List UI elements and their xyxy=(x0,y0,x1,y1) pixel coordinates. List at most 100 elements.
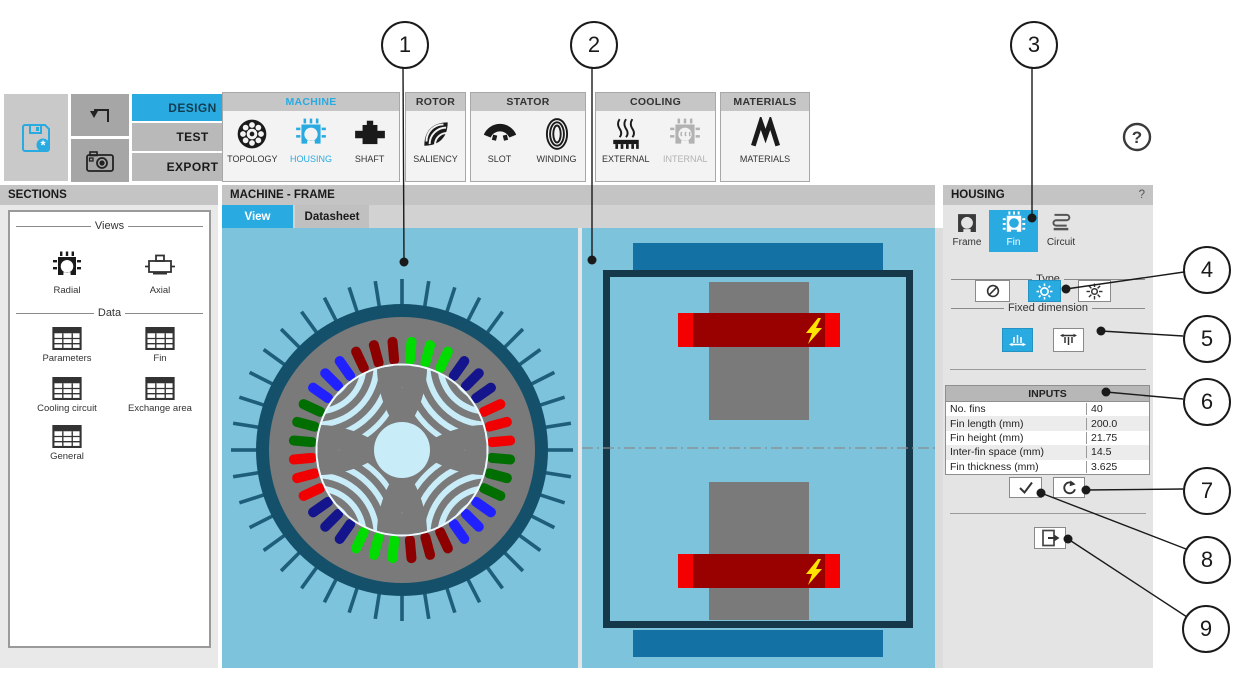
callout-4: 4 xyxy=(1183,246,1231,294)
housing-panel-title: HOUSING xyxy=(951,189,1005,201)
ribbon-item-saliency[interactable]: SALIENCY xyxy=(406,117,465,164)
fin-height-value[interactable]: 21.75 xyxy=(1086,431,1149,444)
callout-9: 9 xyxy=(1182,605,1230,653)
axial-fins-icon xyxy=(1086,283,1103,299)
save-button[interactable]: * xyxy=(4,94,68,181)
endcap-top xyxy=(633,243,883,270)
frame-icon xyxy=(958,214,976,232)
housing-tab-frame[interactable]: Frame xyxy=(945,210,989,252)
fin-height-fixed-icon xyxy=(1009,335,1026,347)
ribbon-item-winding[interactable]: WINDING xyxy=(528,117,585,164)
radial-machine-drawing xyxy=(231,279,573,621)
table-icon xyxy=(145,327,175,350)
data-general-item[interactable]: General xyxy=(22,425,112,462)
table-icon xyxy=(52,425,82,448)
views-divider: Views xyxy=(16,220,203,232)
table-row: No. fins 40 xyxy=(946,402,1149,416)
no-fins-value[interactable]: 40 xyxy=(1086,403,1149,416)
axial-view-pane[interactable] xyxy=(582,228,935,668)
main-view-title: MACHINE - FRAME xyxy=(222,185,935,205)
shaft-icon xyxy=(354,120,385,145)
ribbon-item-housing[interactable]: HOUSING xyxy=(282,117,341,164)
ribbon-item-internal[interactable]: INTERNAL xyxy=(656,117,716,164)
housing-tab-circuit[interactable]: Circuit xyxy=(1038,210,1084,252)
reset-icon xyxy=(1063,480,1076,494)
view-radial-item[interactable]: Radial xyxy=(22,250,112,296)
group-title-machine: MACHINE xyxy=(223,93,399,111)
callout-1: 1 xyxy=(381,21,429,69)
saliency-icon xyxy=(423,122,448,146)
data-divider: Data xyxy=(16,307,203,319)
table-icon xyxy=(52,377,82,400)
fin-type-radial-button[interactable] xyxy=(1028,280,1061,302)
ribbon-item-slot[interactable]: SLOT xyxy=(471,117,528,164)
reset-button[interactable] xyxy=(1053,477,1085,498)
housing-panel-titlebar: HOUSING ? xyxy=(943,185,1153,205)
fin-type-none-button[interactable] xyxy=(975,280,1010,302)
save-icon: * xyxy=(22,123,50,152)
endcap-bottom xyxy=(633,630,883,657)
table-row: Fin thickness (mm) 3.625 xyxy=(946,460,1149,474)
ribbon-group-rotor: ROTOR SALIENCY xyxy=(405,92,466,182)
tab-datasheet[interactable]: Datasheet xyxy=(295,205,369,228)
radial-view-icon xyxy=(53,251,81,275)
table-icon xyxy=(145,377,175,400)
screenshot-button[interactable] xyxy=(71,139,129,182)
ribbon-group-materials: MATERIALS MATERIALS xyxy=(720,92,810,182)
data-cooling-circuit-item[interactable]: Cooling circuit xyxy=(22,377,112,414)
axial-machine-drawing xyxy=(582,243,935,657)
sections-panel: SECTIONS Views Radial Axial Data Paramet… xyxy=(0,185,218,668)
ribbon-group-machine: MACHINE TOPOLOGY HOUSING SHAFT xyxy=(222,92,400,182)
ribbon-item-materials[interactable]: MATERIALS xyxy=(735,117,795,164)
ribbon-group-cooling: COOLING EXTERNAL INTERNAL xyxy=(595,92,716,182)
data-exchange-area-item[interactable]: Exchange area xyxy=(115,377,205,414)
sections-box: Views Radial Axial Data Parameters Fin C… xyxy=(8,210,211,648)
inter-fin-space-value[interactable]: 14.5 xyxy=(1086,446,1149,459)
radial-view-pane[interactable] xyxy=(222,228,578,668)
housing-tab-fin[interactable]: Fin xyxy=(989,210,1038,252)
data-fin-item[interactable]: Fin xyxy=(115,327,205,364)
slot-icon xyxy=(483,123,516,141)
fixed-fin-space-button[interactable] xyxy=(1053,328,1084,352)
no-fins-icon xyxy=(986,284,999,298)
fin-type-axial-button[interactable] xyxy=(1078,280,1111,302)
fixed-fin-height-button[interactable] xyxy=(1002,328,1033,352)
undo-arrow-button[interactable] xyxy=(71,94,129,136)
callout-7: 7 xyxy=(1183,467,1231,515)
table-icon xyxy=(52,327,82,350)
ribbon-item-external[interactable]: EXTERNAL xyxy=(596,117,656,164)
checkmark-icon xyxy=(1018,481,1033,495)
fin-icon xyxy=(1002,211,1025,232)
panel-help-button[interactable]: ? xyxy=(1139,189,1145,201)
external-cooling-icon xyxy=(613,118,639,149)
callout-3: 3 xyxy=(1010,21,1058,69)
inputs-table: INPUTS No. fins 40 Fin length (mm) 200.0 F… xyxy=(945,385,1150,475)
axial-view-icon xyxy=(145,254,175,275)
fin-thickness-value[interactable]: 3.625 xyxy=(1086,460,1149,473)
fin-length-value[interactable]: 200.0 xyxy=(1086,417,1149,430)
apply-button[interactable] xyxy=(1009,477,1042,498)
ribbon-item-shaft[interactable]: SHAFT xyxy=(340,117,399,164)
export-icon xyxy=(1042,529,1060,547)
sections-title: SECTIONS xyxy=(0,185,218,205)
help-button[interactable]: ? xyxy=(1121,121,1153,153)
internal-cooling-icon xyxy=(670,118,701,144)
stator-core-top xyxy=(709,282,809,420)
fin-space-fixed-icon xyxy=(1060,333,1077,345)
section-separator xyxy=(950,369,1146,370)
topology-icon xyxy=(237,119,267,149)
view-scroll-strip[interactable] xyxy=(935,228,943,668)
export-view-button[interactable] xyxy=(1034,527,1066,549)
tab-view[interactable]: View xyxy=(222,205,293,228)
section-separator xyxy=(950,513,1146,514)
data-parameters-item[interactable]: Parameters xyxy=(22,327,112,364)
group-title-stator: STATOR xyxy=(471,93,585,111)
group-title-rotor: ROTOR xyxy=(406,93,465,111)
view-axial-item[interactable]: Axial xyxy=(115,250,205,296)
ribbon-group-stator: STATOR SLOT WINDING xyxy=(470,92,586,182)
ribbon-item-topology[interactable]: TOPOLOGY xyxy=(223,117,282,164)
inputs-table-header: INPUTS xyxy=(946,386,1149,402)
svg-text:?: ? xyxy=(1132,128,1142,147)
circuit-icon xyxy=(1052,213,1071,231)
group-title-cooling: COOLING xyxy=(596,93,715,111)
